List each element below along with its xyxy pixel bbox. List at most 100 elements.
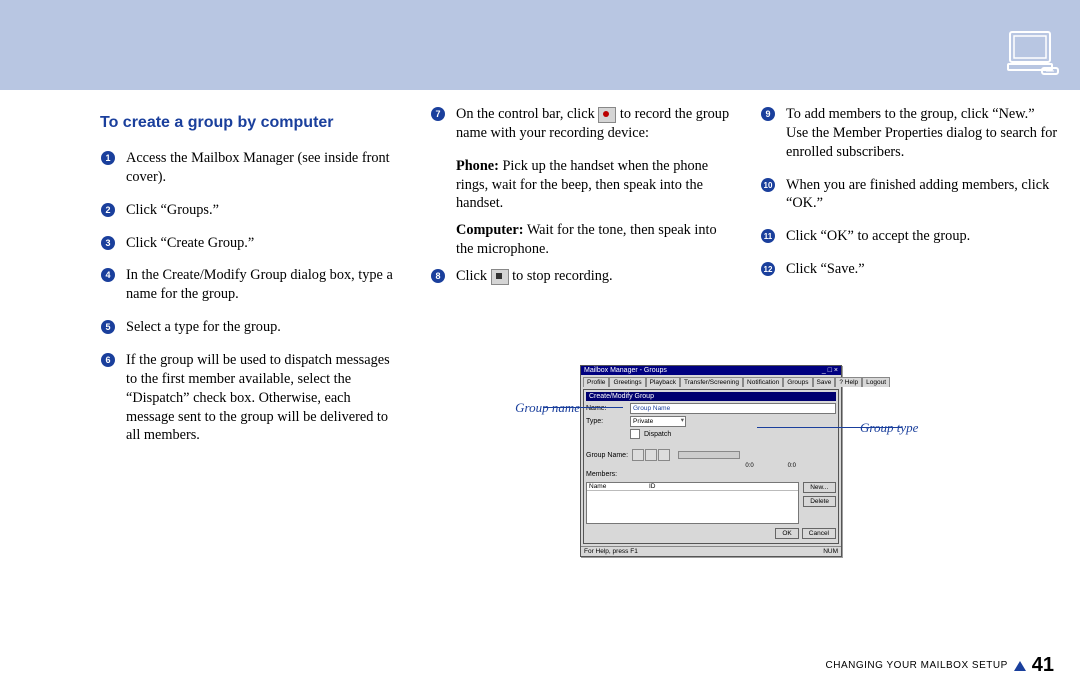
tab-logout[interactable]: Logout [862,377,890,387]
record-control-icon[interactable] [658,449,670,461]
step-7-computer: Computer: Wait for the tone, then speak … [456,221,730,259]
step-6: 6 If the group will be used to dispatch … [100,351,400,451]
footer-section-label: CHANGING YOUR MAILBOX SETUP [826,660,1008,671]
name-field[interactable]: Group Name [630,403,836,414]
inner-dialog-title: Create/Modify Group [586,392,836,401]
step-number-3: 3 [100,235,120,251]
tab-save[interactable]: Save [813,377,836,387]
step-1-text: Access the Mailbox Manager (see inside f… [126,149,400,187]
tab-notification[interactable]: Notification [743,377,783,387]
callout-line-left [543,407,623,408]
step-2: 2 Click “Groups.” [100,201,400,226]
step-9-text: To add members to the group, click “New.… [786,105,1060,162]
step-number-12: 12 [760,261,780,277]
step-12: 12 Click “Save.” [760,260,1060,285]
window-controls: _ □ × [822,367,838,374]
section-title: To create a group by computer [100,113,400,133]
step-8-text: Click to stop recording. [456,267,730,286]
step-number-5: 5 [100,319,120,335]
callout-group-type: Group type [860,420,975,436]
step-number-9: 9 [760,106,780,122]
step-4-text: In the Create/Modify Group dialog box, t… [126,266,400,304]
step-2-text: Click “Groups.” [126,201,400,220]
type-label: Type: [586,418,626,425]
svg-text:11: 11 [764,232,773,241]
stop-icon [491,269,509,285]
members-col-id: ID [649,483,656,490]
step-number-11: 11 [760,228,780,244]
cancel-button[interactable]: Cancel [802,528,836,539]
step-11: 11 Click “OK” to accept the group. [760,227,1060,252]
tab-profile[interactable]: Profile [583,377,609,387]
step-11-text: Click “OK” to accept the group. [786,227,1060,246]
step-number-6: 6 [100,352,120,368]
record-icon [598,107,616,123]
dispatch-label: Dispatch [644,431,671,438]
step-number-4: 4 [100,267,120,283]
mailbox-manager-dialog: Mailbox Manager - Groups _ □ × Profile G… [580,365,842,557]
page-number: 41 [1032,654,1054,677]
dispatch-checkbox[interactable] [630,429,640,439]
step-12-text: Click “Save.” [786,260,1060,279]
step-8: 8 Click to stop recording. [430,267,730,292]
svg-text:7: 7 [435,109,440,119]
step-6-text: If the group will be used to dispatch me… [126,351,400,445]
svg-text:1: 1 [105,153,110,163]
dialog-title: Mailbox Manager - Groups [584,367,667,374]
svg-text:12: 12 [764,265,773,274]
step-7-phone: Phone: Pick up the handset when the phon… [456,157,730,214]
step-3-text: Click “Create Group.” [126,234,400,253]
dialog-tabs: Profile Greetings Playback Transfer/Scre… [581,375,841,387]
dialog-titlebar: Mailbox Manager - Groups _ □ × [581,366,841,375]
step-1: 1 Access the Mailbox Manager (see inside… [100,149,400,193]
tab-greetings[interactable]: Greetings [609,377,645,387]
step-number-8: 8 [430,268,450,284]
new-button[interactable]: New... [803,482,836,493]
step-10: 10 When you are finished adding members,… [760,176,1060,220]
tab-groups[interactable]: Groups [783,377,812,387]
column-1: To create a group by computer 1 Access t… [100,105,400,653]
svg-text:3: 3 [105,238,110,248]
ok-button[interactable]: OK [775,528,798,539]
step-number-10: 10 [760,177,780,193]
time-elapsed: 0:0 [745,463,753,469]
recording-slider[interactable] [678,451,740,459]
step-7: 7 On the control bar, click to record th… [430,105,730,149]
members-label: Members: [586,471,626,478]
svg-text:10: 10 [764,181,773,190]
groupname-recording-label: Group Name: [586,452,628,459]
step-number-7: 7 [430,106,450,122]
members-list[interactable]: Name ID [586,482,799,524]
computer-monitor-icon [1006,30,1060,76]
svg-text:9: 9 [765,109,770,119]
step-5-text: Select a type for the group. [126,318,400,337]
callout-group-name: Group name [470,400,580,416]
page-footer: CHANGING YOUR MAILBOX SETUP 41 [826,654,1055,677]
time-total: 0:0 [788,463,796,469]
status-text: For Help, press F1 [584,548,638,555]
delete-button[interactable]: Delete [803,496,836,507]
svg-text:2: 2 [105,205,110,215]
members-col-name: Name [589,483,649,490]
svg-text:4: 4 [105,270,110,280]
recording-controls [632,449,670,461]
step-3: 3 Click “Create Group.” [100,234,400,259]
tab-help[interactable]: ? Help [835,377,862,387]
tab-playback[interactable]: Playback [646,377,680,387]
step-number-2: 2 [100,202,120,218]
stop-control-icon[interactable] [645,449,657,461]
footer-triangle-icon [1014,661,1026,671]
step-number-1: 1 [100,150,120,166]
step-9: 9 To add members to the group, click “Ne… [760,105,1060,168]
tab-transfer[interactable]: Transfer/Screening [680,377,743,387]
step-10-text: When you are finished adding members, cl… [786,176,1060,214]
callout-line-right [757,427,902,428]
step-4: 4 In the Create/Modify Group dialog box,… [100,266,400,310]
svg-text:6: 6 [105,355,110,365]
header-band [0,0,1080,90]
step-5: 5 Select a type for the group. [100,318,400,343]
play-icon[interactable] [632,449,644,461]
type-select[interactable]: Private [630,416,686,427]
svg-text:8: 8 [435,271,440,281]
step-7-text: On the control bar, click to record the … [456,105,730,143]
